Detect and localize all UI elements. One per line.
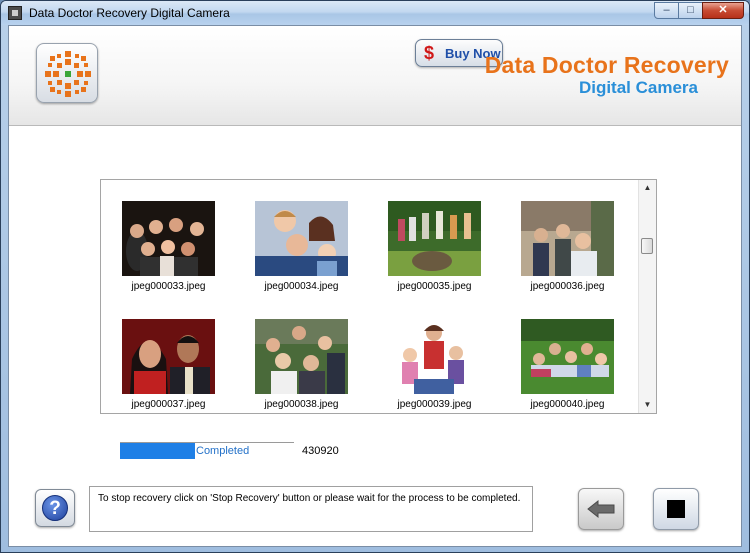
stop-recovery-button[interactable]	[653, 488, 699, 530]
scroll-thumb[interactable]	[641, 238, 653, 254]
help-icon: ?	[42, 495, 68, 521]
brand-subtitle: Digital Camera	[578, 78, 698, 97]
dollar-icon: $	[424, 43, 435, 63]
status-message: To stop recovery click on 'Stop Recovery…	[98, 493, 521, 504]
recovery-progress-bar: 43 % Completed	[83, 442, 294, 469]
sunburst-logo-icon	[45, 51, 91, 97]
progress-status-label: Completed	[196, 445, 250, 457]
thumbnail-label: jpeg000037.jpeg	[131, 399, 206, 410]
app-icon[interactable]	[8, 6, 22, 20]
thumbnail-image[interactable]	[388, 201, 481, 276]
recovered-photos-panel[interactable]: jpeg000033.jpeg jpeg000034.jpeg jpeg0000…	[100, 179, 657, 414]
thumbnail-label: jpeg000040.jpeg	[530, 399, 605, 410]
progress-percent: 43 %	[82, 445, 95, 469]
thumbnail-image[interactable]	[255, 201, 348, 276]
recovered-count: 430920	[302, 445, 339, 457]
thumbnail-image[interactable]	[521, 319, 614, 394]
back-button[interactable]	[578, 488, 624, 530]
thumbnail-label: jpeg000033.jpeg	[131, 281, 206, 292]
thumbnail-label: jpeg000034.jpeg	[264, 281, 339, 292]
thumbnail-label: jpeg000035.jpeg	[397, 281, 472, 292]
close-button[interactable]: ✕	[702, 2, 744, 19]
thumbnail-image[interactable]	[122, 201, 215, 276]
thumbnail-image[interactable]	[122, 319, 215, 394]
thumbnail-grid: jpeg000033.jpeg jpeg000034.jpeg jpeg0000…	[101, 180, 639, 413]
window-controls: – □ ✕	[654, 2, 744, 20]
scroll-down-icon[interactable]: ▼	[639, 397, 656, 413]
scroll-up-icon[interactable]: ▲	[639, 180, 656, 196]
minimize-button[interactable]: –	[654, 2, 679, 19]
stop-icon	[667, 500, 685, 518]
header-banner: $ Buy Now Data Doctor Recovery Digital C…	[9, 26, 741, 126]
thumbnail-label: jpeg000038.jpeg	[264, 399, 339, 410]
maximize-button[interactable]: □	[678, 2, 703, 19]
title-bar[interactable]: Data Doctor Recovery Digital Camera – □ …	[1, 1, 749, 25]
vertical-scrollbar[interactable]: ▲ ▼	[638, 180, 656, 413]
progress-fill: 43 %	[83, 443, 195, 469]
brand-title: Data Doctor Recovery	[484, 52, 729, 78]
window-title: Data Doctor Recovery Digital Camera	[29, 6, 230, 20]
thumbnail-image[interactable]	[255, 319, 348, 394]
thumbnail-image[interactable]	[521, 201, 614, 276]
status-message-box: To stop recovery click on 'Stop Recovery…	[89, 486, 533, 532]
thumbnail-label: jpeg000036.jpeg	[530, 281, 605, 292]
thumbnail-image[interactable]	[388, 319, 481, 394]
logo-button[interactable]	[36, 43, 98, 103]
app-window: Data Doctor Recovery Digital Camera – □ …	[0, 0, 750, 553]
back-arrow-icon	[587, 499, 615, 519]
help-button[interactable]: ?	[35, 489, 75, 527]
client-area: $ Buy Now Data Doctor Recovery Digital C…	[8, 25, 742, 547]
thumbnail-label: jpeg000039.jpeg	[397, 399, 472, 410]
